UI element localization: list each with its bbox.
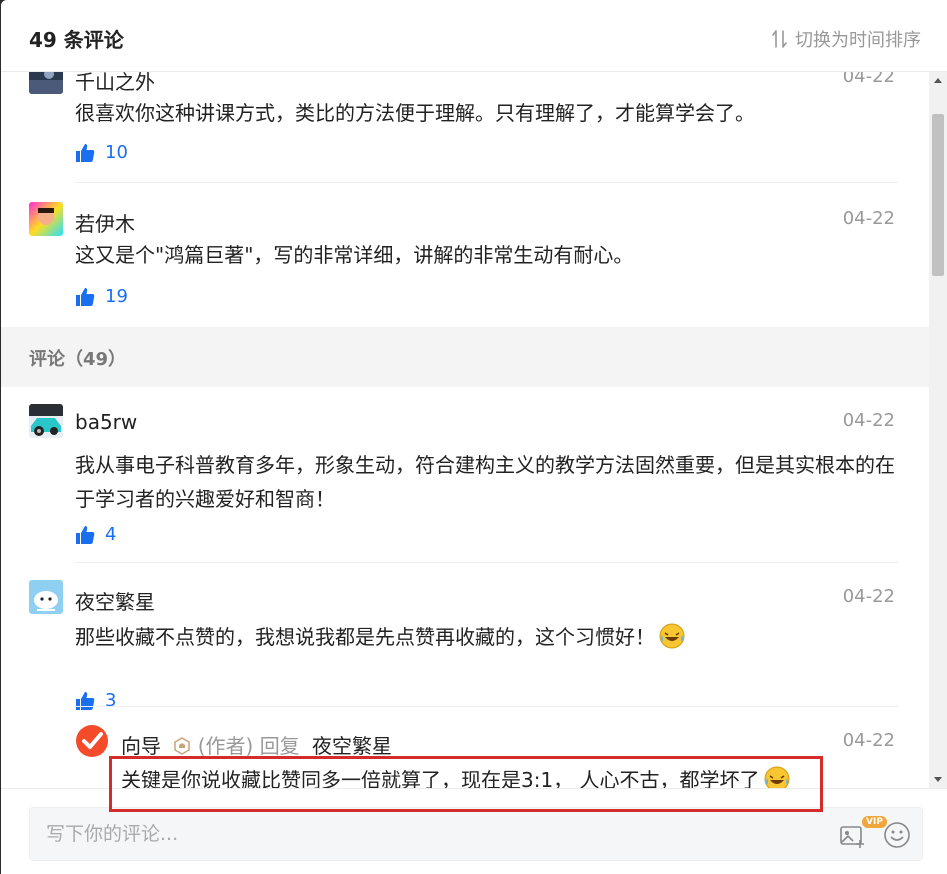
vip-image-button[interactable]: VIP	[838, 816, 887, 850]
like-count: 19	[105, 286, 128, 307]
reply-item: 向导 (作者) 回复 夜空繁星 04-22 关键是你说收藏比赞同多一倍就算了，现…	[75, 724, 899, 788]
comment-date: 04-22	[842, 410, 895, 431]
thumbs-up-icon	[76, 143, 95, 162]
list-item: 千山之外 04-22 很喜欢你这种讲课方式，类比的方法便于理解。只有理解了，才能…	[29, 72, 899, 170]
comment-text: 我从事电子科普教育多年，形象生动，符合建构主义的教学方法固然重要，但是其实根本的…	[75, 453, 895, 511]
comment-input[interactable]	[30, 808, 830, 860]
like-count: 10	[105, 142, 128, 163]
list-item: 若伊木 04-22 这又是个"鸿篇巨著"，写的非常详细，讲解的非常生动有耐心。 …	[29, 202, 899, 312]
comments-header: 49 条评论 切换为时间排序	[1, 0, 947, 72]
comment-date: 04-22	[842, 586, 895, 607]
thumbs-up-icon	[76, 691, 95, 710]
thumbs-up-icon	[76, 287, 95, 306]
comments-count-title: 49 条评论	[29, 28, 124, 52]
smiley-icon	[884, 822, 910, 848]
divider	[75, 706, 899, 707]
like-button[interactable]: 10	[75, 142, 128, 163]
emoji-button[interactable]	[882, 820, 912, 850]
like-button[interactable]: 3	[75, 690, 116, 711]
laughing-tears-emoji-icon	[659, 623, 685, 649]
scroll-down-arrow-icon[interactable]	[934, 777, 942, 782]
reply-text: 关键是你说收藏比赞同多一倍就算了，现在是3:1， 人心不古，都学坏了	[121, 764, 790, 788]
reply-author[interactable]: 向导	[121, 734, 161, 758]
comment-text: 这又是个"鸿篇巨著"，写的非常详细，讲解的非常生动有耐心。	[75, 243, 634, 267]
comment-list[interactable]: 千山之外 04-22 很喜欢你这种讲课方式，类比的方法便于理解。只有理解了，才能…	[1, 72, 929, 788]
reply-word: 回复	[259, 734, 300, 758]
reply-text-body: 关键是你说收藏比赞同多一倍就算了，现在是3:1， 人心不古，都学坏了	[121, 768, 760, 788]
comment-date: 04-22	[842, 208, 895, 229]
comment-author[interactable]: 千山之外	[75, 72, 155, 95]
divider	[75, 182, 899, 183]
comment-date: 04-22	[842, 72, 895, 87]
comment-author[interactable]: ba5rw	[75, 410, 137, 434]
author-tag: (作者)	[197, 734, 254, 758]
sort-icon	[772, 30, 787, 48]
comment-text: 很喜欢你这种讲课方式，类比的方法便于理解。只有理解了，才能算学会了。	[75, 101, 755, 125]
like-button[interactable]: 19	[75, 286, 128, 307]
comment-author[interactable]: 夜空繁星	[75, 586, 155, 615]
scroll-up-arrow-icon[interactable]	[934, 78, 942, 83]
author-badge-icon	[174, 737, 191, 755]
section-title: 评论（49）	[29, 349, 127, 370]
sort-toggle-button[interactable]: 切换为时间排序	[771, 26, 921, 52]
list-item: ba5rw 04-22 我从事电子科普教育多年，形象生动，符合建构主义的教学方法…	[29, 404, 899, 554]
comment-input-box: VIP	[29, 807, 923, 861]
reply-header: 向导 (作者) 回复 夜空繁星	[121, 730, 392, 759]
comment-text: 那些收藏不点赞的，我想说我都是先点赞再收藏的，这个习惯好！	[75, 620, 895, 654]
divider	[75, 562, 899, 563]
avatar[interactable]	[29, 404, 63, 438]
avatar[interactable]	[29, 580, 63, 614]
comments-panel: 49 条评论 切换为时间排序 千山之外 04-22 很喜欢你这种讲课方式，类比的…	[1, 0, 947, 874]
laughing-tears-emoji-icon	[764, 766, 790, 788]
comments-section-header: 评论（49）	[1, 327, 929, 387]
reply-target[interactable]: 夜空繁星	[312, 734, 392, 758]
sort-toggle-label: 切换为时间排序	[795, 30, 921, 51]
scrollbar[interactable]	[929, 72, 947, 788]
like-button[interactable]: 4	[75, 524, 116, 545]
comment-composer: VIP	[1, 788, 947, 874]
list-item: 夜空繁星 04-22 那些收藏不点赞的，我想说我都是先点赞再收藏的，这个习惯好！…	[29, 580, 899, 711]
avatar[interactable]	[29, 72, 63, 94]
comment-author[interactable]: 若伊木	[75, 208, 135, 237]
comment-text-body: 那些收藏不点赞的，我想说我都是先点赞再收藏的，这个习惯好！	[75, 625, 655, 649]
scroll-thumb[interactable]	[932, 114, 944, 276]
like-count: 3	[105, 690, 117, 711]
thumbs-up-icon	[76, 525, 95, 544]
avatar[interactable]	[29, 202, 63, 236]
avatar[interactable]	[75, 724, 109, 758]
comment-date: 04-22	[842, 730, 895, 751]
like-count: 4	[105, 524, 117, 545]
